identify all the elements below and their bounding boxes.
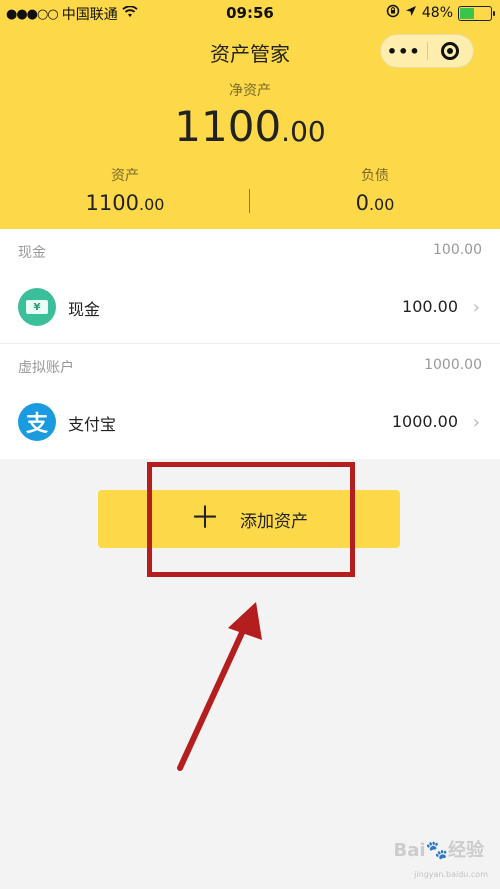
annotation-arrow-icon: [177, 602, 262, 771]
watermark-url: jingyan.baidu.com: [414, 870, 488, 879]
watermark-brand: Bai🐾经验: [393, 840, 484, 861]
